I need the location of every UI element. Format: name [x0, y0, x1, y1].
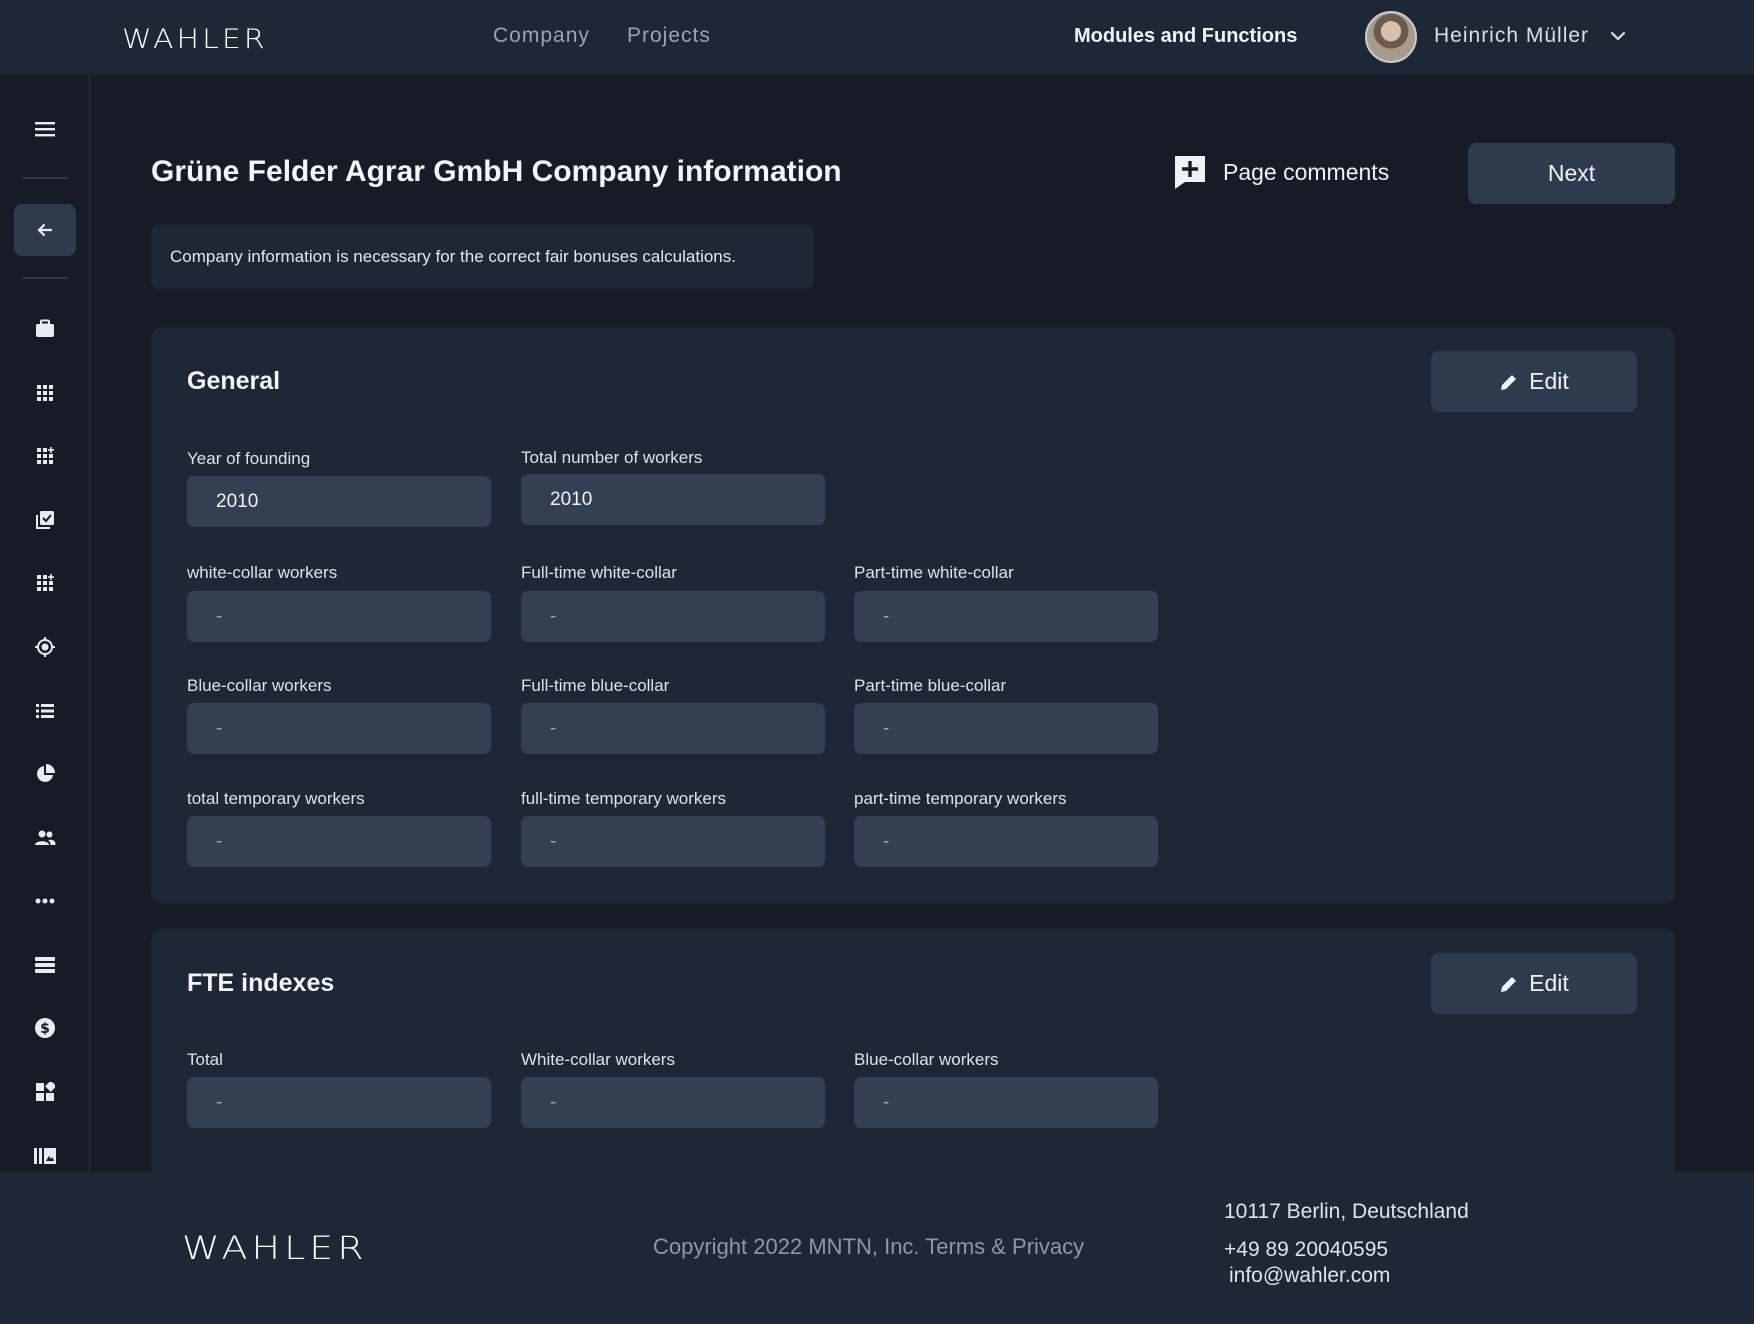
full-time-white-collar-field[interactable]: -	[521, 591, 825, 642]
fte-indexes-card: FTE indexes Edit Total - White-collar wo…	[151, 929, 1675, 1179]
footer-address: 10117 Berlin, Deutschland	[1224, 1200, 1469, 1223]
nav-projects[interactable]: Projects	[627, 24, 711, 48]
fte-total-label: Total	[187, 1050, 223, 1069]
white-collar-workers-field[interactable]: -	[187, 591, 491, 642]
fte-blue-collar-label: Blue-collar workers	[854, 1050, 999, 1069]
total-temporary-workers-label: total temporary workers	[187, 789, 365, 808]
menu-icon[interactable]	[33, 117, 57, 141]
info-note: Company information is necessary for the…	[151, 225, 814, 289]
chevron-down-icon[interactable]	[1608, 26, 1628, 46]
year-of-founding-label: Year of founding	[187, 449, 311, 468]
full-time-temporary-workers-label: full-time temporary workers	[521, 789, 726, 808]
part-time-temporary-workers-field[interactable]: -	[854, 816, 1158, 867]
footer-email[interactable]: info@wahler.com	[1229, 1264, 1390, 1288]
general-edit-button[interactable]: Edit	[1431, 351, 1637, 412]
avatar[interactable]	[1365, 11, 1417, 63]
blue-collar-workers-label: Blue-collar workers	[187, 676, 332, 695]
dashboard-icon[interactable]	[33, 1080, 57, 1104]
total-workers-label: Total number of workers	[521, 448, 703, 467]
back-button[interactable]	[14, 204, 76, 256]
footer-logo[interactable]: WAHLER	[182, 1229, 368, 1266]
add-comment-icon	[1175, 156, 1205, 189]
fte-white-collar-field[interactable]: -	[521, 1077, 825, 1128]
modules-and-functions-link[interactable]: Modules and Functions	[1074, 25, 1297, 48]
full-time-white-collar-label: Full-time white-collar	[521, 563, 677, 582]
fte-total-field[interactable]: -	[187, 1077, 491, 1128]
general-title: General	[187, 367, 281, 395]
general-card: General Edit Year of founding 2010 Total…	[151, 327, 1675, 903]
nav-company[interactable]: Company	[493, 24, 590, 48]
user-name[interactable]: Heinrich Müller	[1434, 24, 1589, 48]
general-edit-label: Edit	[1529, 368, 1569, 394]
list-icon[interactable]	[33, 699, 57, 723]
year-of-founding-field[interactable]: 2010	[187, 476, 491, 527]
part-time-white-collar-label: Part-time white-collar	[854, 563, 1014, 582]
dots-icon[interactable]	[33, 889, 57, 913]
part-time-blue-collar-field[interactable]: -	[854, 703, 1158, 754]
fte-edit-label: Edit	[1529, 970, 1569, 996]
grid-plus-icon-2[interactable]	[33, 571, 57, 595]
footer: WAHLER Copyright 2022 MNTN, Inc. Terms &…	[0, 1172, 1754, 1324]
full-time-temporary-workers-field[interactable]: -	[521, 816, 825, 867]
full-time-blue-collar-field[interactable]: -	[521, 703, 825, 754]
grid-icon[interactable]	[33, 381, 57, 405]
total-temporary-workers-field[interactable]: -	[187, 816, 491, 867]
grid-plus-icon[interactable]	[33, 444, 57, 468]
page-comments-label: Page comments	[1223, 158, 1390, 185]
sidebar-divider	[22, 277, 68, 279]
fte-white-collar-label: White-collar workers	[521, 1050, 675, 1069]
pie-chart-icon[interactable]	[33, 762, 57, 786]
sidebar-divider	[22, 177, 68, 179]
checklist-icon[interactable]	[33, 508, 57, 532]
part-time-white-collar-field[interactable]: -	[854, 591, 1158, 642]
sidebar: $	[0, 74, 90, 1174]
blue-collar-workers-field[interactable]: -	[187, 703, 491, 754]
pencil-icon	[1501, 374, 1517, 390]
svg-text:$: $	[40, 1021, 50, 1037]
pencil-icon	[1501, 976, 1517, 992]
top-navigation-bar: WAHLER Company Projects Modules and Func…	[0, 0, 1754, 74]
library-icon[interactable]	[33, 1143, 57, 1167]
part-time-blue-collar-label: Part-time blue-collar	[854, 676, 1007, 695]
fte-indexes-title: FTE indexes	[187, 969, 335, 997]
part-time-temporary-workers-label: part-time temporary workers	[854, 789, 1067, 808]
copyright-text[interactable]: Copyright 2022 MNTN, Inc. Terms & Privac…	[653, 1234, 1084, 1260]
wahler-logo[interactable]: WAHLER	[122, 24, 268, 56]
briefcase-icon[interactable]	[33, 317, 57, 341]
fte-blue-collar-field[interactable]: -	[854, 1077, 1158, 1128]
page-comments-button[interactable]: Page comments	[1173, 154, 1389, 190]
dollar-icon[interactable]: $	[33, 1016, 57, 1040]
total-workers-field[interactable]: 2010	[521, 474, 825, 525]
arrow-left-icon	[37, 223, 53, 237]
footer-phone[interactable]: +49 89 20040595	[1224, 1238, 1388, 1262]
users-icon[interactable]	[33, 826, 57, 850]
stacked-list-icon[interactable]	[33, 953, 57, 977]
next-button[interactable]: Next	[1468, 143, 1675, 204]
full-time-blue-collar-label: Full-time blue-collar	[521, 676, 670, 695]
page-title: Grüne Felder Agrar GmbH Company informat…	[151, 155, 842, 188]
fte-edit-button[interactable]: Edit	[1431, 953, 1637, 1014]
white-collar-workers-label: white-collar workers	[187, 563, 338, 582]
target-icon[interactable]	[33, 635, 57, 659]
